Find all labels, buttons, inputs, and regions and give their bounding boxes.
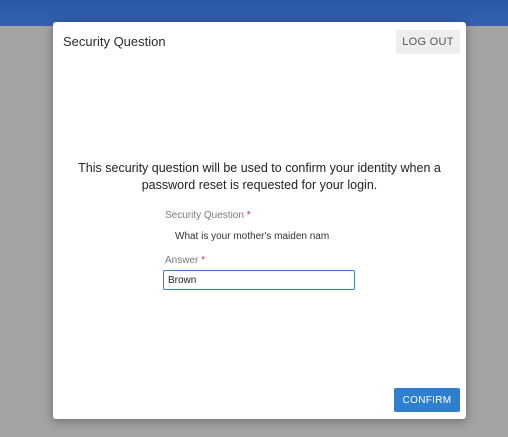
answer-input[interactable]	[163, 270, 355, 290]
security-question-label-text: Security Question	[165, 210, 244, 221]
answer-label: Answer *	[165, 255, 205, 266]
security-question-dialog: Security Question LOG OUT This security …	[53, 22, 466, 419]
security-question-select[interactable]: What is your mother's maiden nam	[175, 231, 335, 242]
security-question-label: Security Question *	[165, 210, 251, 221]
intro-text: This security question will be used to c…	[78, 161, 441, 192]
required-marker: *	[201, 255, 206, 266]
dialog-title: Security Question	[63, 34, 166, 49]
answer-label-text: Answer	[165, 255, 199, 266]
confirm-button[interactable]: CONFIRM	[394, 388, 460, 412]
required-marker: *	[246, 210, 251, 221]
logout-button[interactable]: LOG OUT	[396, 30, 460, 54]
